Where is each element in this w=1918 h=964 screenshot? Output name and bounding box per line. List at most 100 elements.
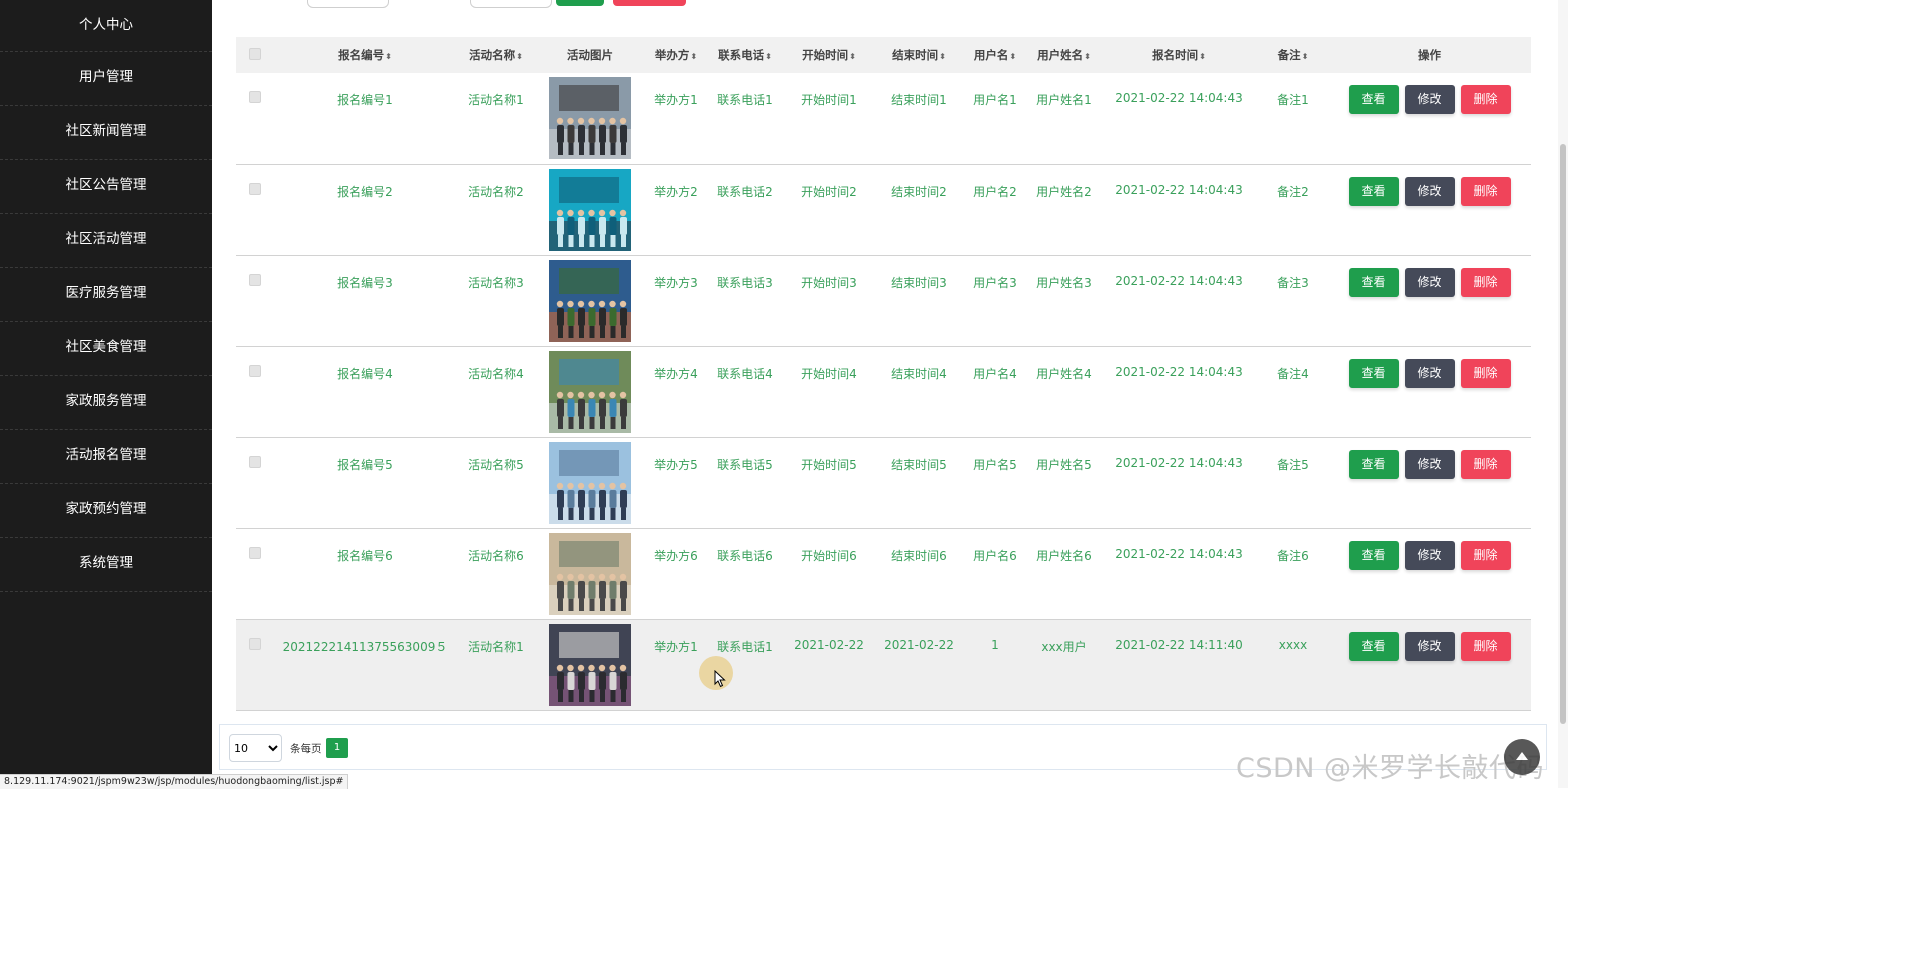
row-checkbox[interactable] xyxy=(249,91,261,103)
sidebar-item-food-management[interactable]: 社区美食管理 xyxy=(0,322,212,376)
activity-photo[interactable] xyxy=(549,77,631,159)
edit-button[interactable]: 修改 xyxy=(1404,631,1455,661)
cell-activity-image xyxy=(536,73,644,164)
edit-button[interactable]: 修改 xyxy=(1404,267,1455,297)
sidebar-item-notice-management[interactable]: 社区公告管理 xyxy=(0,160,212,214)
view-button[interactable]: 查看 xyxy=(1348,85,1399,114)
cell-signup-time: 2021-02-22 14:04:43 xyxy=(1115,546,1243,561)
row-checkbox[interactable] xyxy=(249,364,261,377)
cell-phone: 联系电话4 xyxy=(717,366,773,381)
row-checkbox[interactable] xyxy=(249,546,261,559)
search-input-1[interactable] xyxy=(307,0,389,8)
cell-note: xxxx xyxy=(1278,637,1308,652)
header-note[interactable]: 备注⬍ xyxy=(1258,37,1328,73)
activity-photo[interactable] xyxy=(549,168,631,251)
activity-photo[interactable] xyxy=(549,350,631,433)
cell-realname: 用户姓名1 xyxy=(1036,93,1092,107)
edit-button[interactable]: 修改 xyxy=(1404,85,1455,114)
cell-actions: 查看 修改 删除 xyxy=(1328,346,1531,437)
search-input-2[interactable] xyxy=(470,0,552,8)
sort-icon: ⬍ xyxy=(1301,52,1309,61)
activity-photo[interactable] xyxy=(549,441,631,524)
header-activity-name[interactable]: 活动名称⬍ xyxy=(456,37,536,73)
sidebar: 个人中心 用户管理 社区新闻管理 社区公告管理 社区活动管理 医疗服务管理 社区… xyxy=(0,0,212,788)
delete-button[interactable]: 删除 xyxy=(1460,631,1511,661)
cell-signup-time: 2021-02-22 14:04:43 xyxy=(1115,91,1243,105)
delete-button[interactable]: 删除 xyxy=(1460,449,1511,479)
sidebar-item-signup-management[interactable]: 活动报名管理 xyxy=(0,430,212,484)
delete-button[interactable]: 删除 xyxy=(1460,176,1511,206)
edit-button[interactable]: 修改 xyxy=(1404,449,1455,479)
activity-photo[interactable] xyxy=(549,623,631,706)
cell-activity-name: 活动名称3 xyxy=(468,275,524,290)
cell-activity-image xyxy=(536,164,644,255)
header-username[interactable]: 用户名⬍ xyxy=(962,37,1028,73)
cell-signup-time: 2021-02-22 14:04:43 xyxy=(1115,182,1243,197)
header-signup-id[interactable]: 报名编号⬍ xyxy=(274,37,456,73)
row-checkbox[interactable] xyxy=(249,637,261,650)
cell-signup-id: 报名编号1 xyxy=(337,93,393,107)
header-end-time[interactable]: 结束时间⬍ xyxy=(876,37,962,73)
sidebar-item-booking-management[interactable]: 家政预约管理 xyxy=(0,484,212,538)
cell-username: 1 xyxy=(991,637,999,652)
cell-end-time: 结束时间2 xyxy=(891,184,947,199)
delete-button[interactable]: 删除 xyxy=(1460,540,1511,570)
sidebar-item-personal-center[interactable]: 个人中心 xyxy=(0,0,212,52)
view-button[interactable]: 查看 xyxy=(1348,267,1399,297)
vertical-scrollbar[interactable] xyxy=(1558,0,1568,788)
page-button-current[interactable]: 1 xyxy=(326,738,348,758)
sidebar-item-medical-management[interactable]: 医疗服务管理 xyxy=(0,268,212,322)
table-row: 报名编号5 活动名称5 举办方5 联系电话5 开始时间5 结束时间5 用户名5 用户姓名5 2… xyxy=(236,437,1531,528)
activity-photo[interactable] xyxy=(549,259,631,342)
table-row: 报名编号2 活动名称2 举办方2 联系电话2 开始时间2 结束时间2 用户名2 用户姓名2 2… xyxy=(236,164,1531,255)
activity-photo[interactable] xyxy=(549,532,631,615)
header-signup-time[interactable]: 报名时间⬍ xyxy=(1100,37,1258,73)
row-checkbox[interactable] xyxy=(249,182,261,195)
view-button[interactable]: 查看 xyxy=(1348,631,1399,661)
cell-end-time: 结束时间5 xyxy=(891,457,947,472)
header-start-time[interactable]: 开始时间⬍ xyxy=(782,37,876,73)
sidebar-item-activity-management[interactable]: 社区活动管理 xyxy=(0,214,212,268)
delete-button[interactable]: 删除 xyxy=(1460,85,1511,114)
edit-button[interactable]: 修改 xyxy=(1404,358,1455,388)
header-activity-image: 活动图片 xyxy=(567,48,613,62)
cell-activity-image xyxy=(536,437,644,528)
search-button[interactable] xyxy=(556,0,604,6)
sidebar-item-housekeeping-management[interactable]: 家政服务管理 xyxy=(0,376,212,430)
scrollbar-thumb[interactable] xyxy=(1560,144,1566,724)
cell-end-time: 结束时间6 xyxy=(891,548,947,563)
view-button[interactable]: 查看 xyxy=(1348,449,1399,479)
view-button[interactable]: 查看 xyxy=(1348,176,1399,206)
view-button[interactable]: 查看 xyxy=(1348,540,1399,570)
edit-button[interactable]: 修改 xyxy=(1404,540,1455,570)
cell-end-time: 结束时间4 xyxy=(891,366,947,381)
back-to-top-icon[interactable] xyxy=(1504,739,1540,775)
row-checkbox[interactable] xyxy=(249,273,261,286)
row-checkbox[interactable] xyxy=(249,455,261,468)
edit-button[interactable]: 修改 xyxy=(1404,176,1455,206)
cell-host: 举办方2 xyxy=(654,184,698,199)
sidebar-item-system-management[interactable]: 系统管理 xyxy=(0,538,212,592)
cell-realname: 用户姓名6 xyxy=(1036,548,1092,563)
sort-icon: ⬍ xyxy=(1084,52,1091,61)
view-button[interactable]: 查看 xyxy=(1348,358,1399,388)
sidebar-item-user-management[interactable]: 用户管理 xyxy=(0,52,212,106)
status-bar-url: 8.129.11.174:9021/jspm9w23w/jsp/modules/… xyxy=(0,774,349,789)
cell-activity-image xyxy=(536,528,644,619)
header-host[interactable]: 举办方⬍ xyxy=(644,37,708,73)
header-realname[interactable]: 用户姓名⬍ xyxy=(1028,37,1100,73)
sidebar-item-news-management[interactable]: 社区新闻管理 xyxy=(0,106,212,160)
table-row: 报名编号4 活动名称4 举办方4 联系电话4 开始时间4 结束时间4 用户名4 用户姓名4 2… xyxy=(236,346,1531,437)
cell-username: 用户名6 xyxy=(973,548,1017,563)
page-size-select[interactable]: 10 xyxy=(229,734,282,762)
delete-button[interactable]: 删除 xyxy=(1460,267,1511,297)
per-page-label: 条每页 xyxy=(290,743,322,755)
select-all-checkbox[interactable] xyxy=(249,47,261,60)
delete-button[interactable]: 删除 xyxy=(1460,358,1511,388)
cell-note: 备注6 xyxy=(1277,548,1309,563)
header-phone[interactable]: 联系电话⬍ xyxy=(708,37,782,73)
cell-activity-image xyxy=(536,619,644,710)
cell-actions: 查看 修改 删除 xyxy=(1328,619,1531,710)
cell-signup-id: 报名编号4 xyxy=(337,366,393,381)
batch-delete-button[interactable] xyxy=(613,0,686,6)
